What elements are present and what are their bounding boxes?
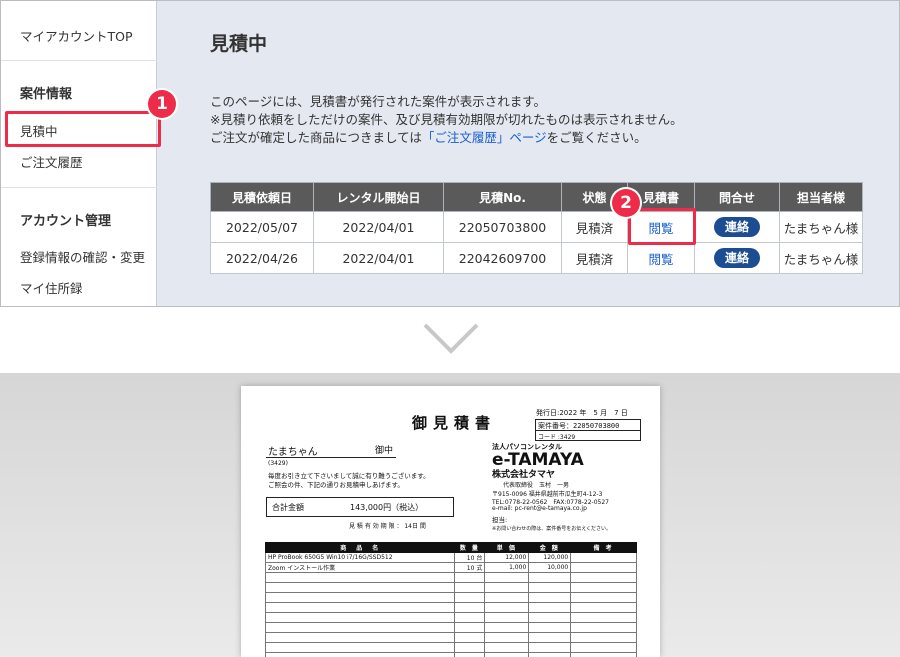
column-header: 見積依頼日 <box>210 182 314 212</box>
item-qty: 10 台 <box>454 552 486 563</box>
table-row: 2022/04/26 2022/04/01 22042609700 見積済 閲覧… <box>210 242 863 274</box>
status: 見積済 <box>561 211 628 243</box>
quote-number: 22042609700 <box>443 242 562 274</box>
greeting-line-2: ご照会の件、下記の通りお見積申しあげます。 <box>268 481 404 489</box>
view-quote-link[interactable]: 閲覧 <box>648 252 673 267</box>
item-name: HP ProBook 650G5 Win10 i7/16G/SSD512 <box>264 552 456 563</box>
document-title: 御見積書 <box>412 414 497 432</box>
company-name: 株式会社タマヤ <box>492 470 556 480</box>
sidebar-divider <box>1 60 157 61</box>
rental-start-date: 2022/04/01 <box>313 211 444 243</box>
description-text: をご覧ください。 <box>546 130 647 145</box>
highlight-quote-pending <box>5 111 161 147</box>
item-table: 商 品 名 数 量 単 価 金 額 備 考 HP ProBook 650G5 W… <box>264 542 637 657</box>
description-line-3: ご注文が確定した商品につきましては「ご注文履歴」ページをご覧ください。 <box>210 127 647 146</box>
request-date: 2022/04/26 <box>210 242 314 274</box>
table-row <box>264 582 637 593</box>
column-header: 商 品 名 <box>264 542 456 553</box>
table-header-row: 商 品 名 数 量 単 価 金 額 備 考 <box>264 542 637 553</box>
account-page-screenshot: マイアカウントTOP 案件情報 見積中 ご注文履歴 アカウント管理 登録情報の確… <box>0 0 900 307</box>
description-text: ご注文が確定した商品につきましては <box>210 130 422 145</box>
table-row <box>264 572 637 583</box>
table-row: HP ProBook 650G5 Win10 i7/16G/SSD512 10 … <box>264 552 637 563</box>
sidebar-item-registration[interactable]: 登録情報の確認・変更 <box>20 247 145 266</box>
table-row <box>264 632 637 643</box>
tutorial-image: マイアカウントTOP 案件情報 見積中 ご注文履歴 アカウント管理 登録情報の確… <box>0 0 900 657</box>
issue-date: 発行日:2022 年 5 月 7 日 <box>536 409 628 417</box>
quote-number: 22050703800 <box>443 211 562 243</box>
order-history-link[interactable]: 「ご注文履歴」ページ <box>422 130 547 145</box>
table-row: Zoom インストール作業 10 式 1,000 10,000 <box>264 562 637 573</box>
request-date: 2022/05/07 <box>210 211 314 243</box>
page-title: 見積中 <box>210 33 268 55</box>
table-row <box>264 622 637 633</box>
person-in-charge: たまちゃん様 <box>779 242 863 274</box>
column-header: 数 量 <box>454 542 486 553</box>
sidebar-item-order-history[interactable]: ご注文履歴 <box>20 152 83 171</box>
sidebar-heading-case-info: 案件情報 <box>20 87 73 102</box>
table-row <box>264 612 637 623</box>
quote-document: 御見積書 発行日:2022 年 5 月 7 日 案件番号：22050703800… <box>241 386 660 657</box>
honorific: 御中 <box>375 446 394 456</box>
highlight-view-quote <box>628 208 696 245</box>
chevron-down-icon <box>423 323 479 354</box>
inquiry-note: ※お問い合わせの際は、案件番号をお伝えください。 <box>492 526 612 532</box>
column-header: 担当者様 <box>779 182 863 212</box>
company-email: e-mail: pc-rent@e-tamaya.co.jp <box>492 505 587 512</box>
item-name: Zoom インストール作業 <box>264 562 456 573</box>
column-header: 見積No. <box>443 182 562 212</box>
sidebar-item-account-top[interactable]: マイアカウントTOP <box>20 26 133 45</box>
representative: 代表取締役 玉村 一男 <box>503 482 570 489</box>
customer-code-label: コード :3429 <box>538 434 576 441</box>
total-amount: 143,000円（税込） <box>350 503 424 512</box>
table-header-row: 見積依頼日 レンタル開始日 見積No. 状態 見積書 問合せ 担当者様 <box>210 182 863 212</box>
contact-button[interactable]: 連絡 <box>714 217 760 237</box>
view-cell: 閲覧 <box>627 242 695 274</box>
staff-label: 担当: <box>492 516 508 524</box>
quote-table: 見積依頼日 レンタル開始日 見積No. 状態 見積書 問合せ 担当者様 2022… <box>210 182 863 274</box>
table-row <box>264 592 637 603</box>
column-header: 単 価 <box>484 542 530 553</box>
column-header: 備 考 <box>570 542 637 553</box>
table-row <box>264 642 637 653</box>
status: 見積済 <box>561 242 628 274</box>
case-number: 案件番号：22050703800 <box>538 422 620 430</box>
column-header: 金 額 <box>528 542 572 553</box>
contact-button[interactable]: 連絡 <box>714 248 760 268</box>
item-note <box>570 552 637 563</box>
column-header: レンタル開始日 <box>313 182 444 212</box>
table-row: 2022/05/07 2022/04/01 22050703800 見積済 閲覧… <box>210 211 863 243</box>
validity-period: 見 積 有 効 期 限 ： 14日 間 <box>349 523 426 530</box>
description-line-2: ※見積り依頼をしただけの案件、及び見積有効期限が切れたものは表示されません。 <box>210 112 683 127</box>
item-unit-price: 12,000 <box>484 552 530 563</box>
column-header: 問合せ <box>694 182 780 212</box>
customer-name: たまちゃん <box>268 447 318 458</box>
contact-cell: 連絡 <box>694 211 780 243</box>
divider <box>266 457 396 458</box>
table-row <box>264 602 637 613</box>
sidebar-item-address-book[interactable]: マイ住所録 <box>20 278 83 297</box>
contact-cell: 連絡 <box>694 242 780 274</box>
item-amount: 120,000 <box>528 552 572 563</box>
sidebar: マイアカウントTOP 案件情報 見積中 ご注文履歴 アカウント管理 登録情報の確… <box>1 1 157 306</box>
item-amount: 10,000 <box>528 562 572 573</box>
total-label: 合計金額 <box>272 503 304 512</box>
step-badge-1: 1 <box>148 90 176 118</box>
step-badge-2: 2 <box>612 189 640 217</box>
person-in-charge: たまちゃん様 <box>779 211 863 243</box>
customer-code: (3429) <box>268 460 288 467</box>
sidebar-divider <box>1 187 157 188</box>
rental-start-date: 2022/04/01 <box>313 242 444 274</box>
description-line-1: このページには、見積書が発行された案件が表示されます。 <box>210 94 547 109</box>
item-note <box>570 562 637 573</box>
table-row <box>264 652 637 657</box>
item-qty: 10 式 <box>454 562 486 573</box>
sidebar-heading-account: アカウント管理 <box>20 214 112 229</box>
item-unit-price: 1,000 <box>484 562 530 573</box>
